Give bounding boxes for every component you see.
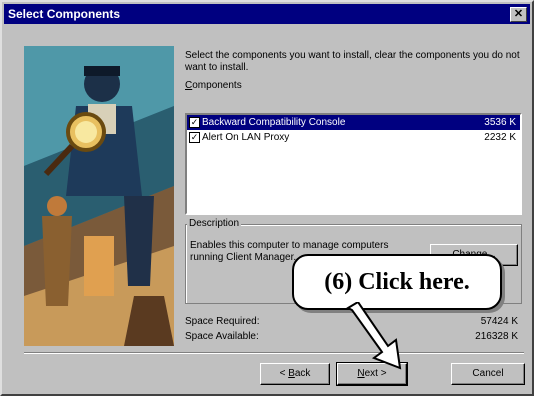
space-required-value: 57424 K <box>480 316 518 327</box>
components-listbox[interactable]: ✓ Backward Compatibility Console 3536 K … <box>185 113 522 215</box>
list-item-name: Backward Compatibility Console <box>202 117 346 128</box>
pointer-arrow-icon <box>345 302 402 370</box>
select-components-dialog: Select Components ✕ Select the component… <box>0 0 534 396</box>
close-button[interactable]: ✕ <box>510 7 527 22</box>
components-label: Components <box>185 80 242 91</box>
space-available-value: 216328 K <box>475 331 518 342</box>
space-available-label: Space Available: <box>185 331 259 342</box>
list-item-size: 2232 K <box>484 132 516 143</box>
window-title: Select Components <box>8 7 121 21</box>
list-item-size: 3536 K <box>484 117 516 128</box>
back-button[interactable]: < Back <box>260 363 330 385</box>
checkbox-backward-compat-console[interactable]: ✓ <box>189 117 200 128</box>
wizard-artwork-image <box>24 46 174 346</box>
cancel-button[interactable]: Cancel <box>451 363 525 385</box>
list-item-backward-compat-console[interactable]: ✓ Backward Compatibility Console 3536 K <box>187 115 520 130</box>
intro-text: Select the components you want to instal… <box>185 50 520 73</box>
close-icon: ✕ <box>513 8 524 20</box>
description-legend: Description <box>187 218 242 229</box>
checkbox-alert-on-lan-proxy[interactable]: ✓ <box>189 132 200 143</box>
components-label-rest: omponents <box>192 80 242 91</box>
list-item-alert-on-lan-proxy[interactable]: ✓ Alert On LAN Proxy 2232 K <box>187 130 520 145</box>
back-button-accel: B <box>288 368 295 379</box>
back-button-rest: ack <box>294 368 311 379</box>
button-separator <box>24 352 524 354</box>
back-button-prefix: < <box>279 368 289 379</box>
list-item-name: Alert On LAN Proxy <box>202 132 290 143</box>
space-required-label: Space Required: <box>185 316 260 327</box>
title-bar: Select Components ✕ <box>4 4 530 24</box>
